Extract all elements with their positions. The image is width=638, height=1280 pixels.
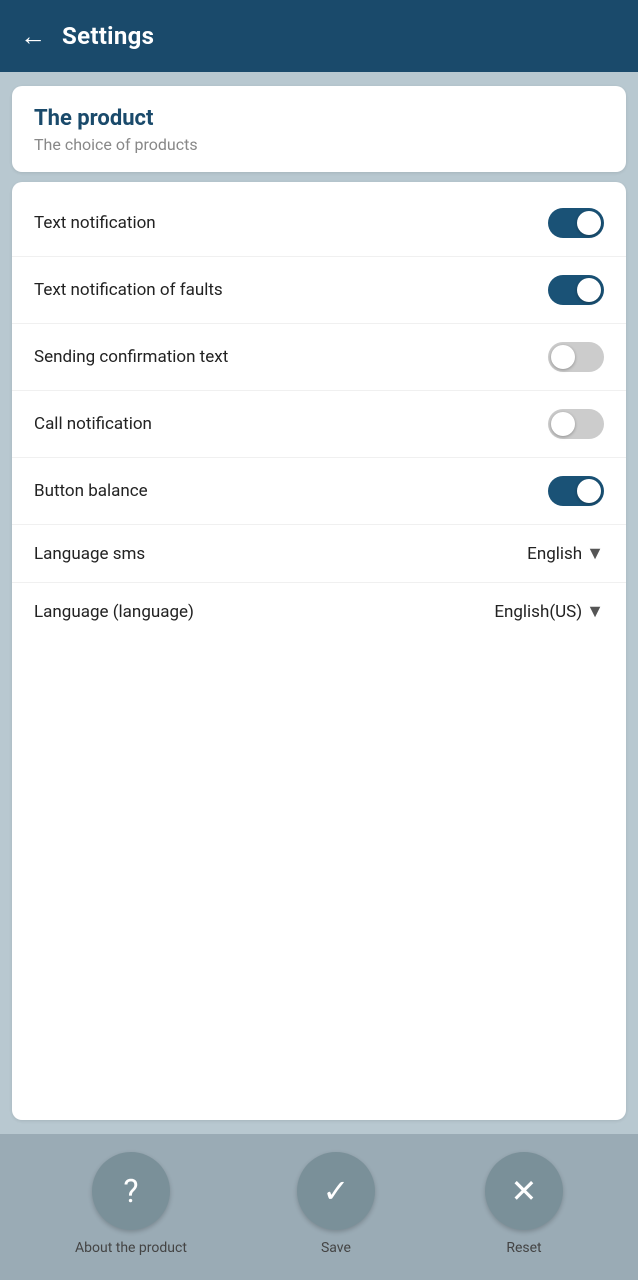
setting-label-language-sms: Language sms bbox=[34, 544, 145, 564]
dropdown-arrow-icon-language-language: ▼ bbox=[586, 601, 604, 622]
setting-row-text-notification: Text notification bbox=[12, 190, 626, 257]
back-button[interactable]: ← bbox=[20, 21, 46, 52]
setting-label-sending-confirmation-text: Sending confirmation text bbox=[34, 347, 228, 367]
toggle-thumb-call-notification bbox=[551, 412, 575, 436]
setting-label-button-balance: Button balance bbox=[34, 481, 148, 501]
toggle-thumb-text-notification bbox=[577, 211, 601, 235]
app-header: ← Settings bbox=[0, 0, 638, 72]
dropdown-arrow-icon-language-sms: ▼ bbox=[586, 543, 604, 564]
bottom-bar: ? About the product ✓ Save ✕ Reset bbox=[0, 1134, 638, 1280]
toggle-track-button-balance bbox=[548, 476, 604, 506]
dropdown-language-language[interactable]: English(US)▼ bbox=[494, 601, 604, 622]
toggle-track-call-notification bbox=[548, 409, 604, 439]
bottom-btn-about-product[interactable]: ? About the product bbox=[75, 1152, 187, 1256]
setting-label-text-notification: Text notification bbox=[34, 213, 156, 233]
setting-label-text-notification-faults: Text notification of faults bbox=[34, 280, 223, 300]
toggle-sending-confirmation-text[interactable] bbox=[548, 342, 604, 372]
toggle-track-text-notification bbox=[548, 208, 604, 238]
bottom-btn-icon-save: ✓ bbox=[297, 1152, 375, 1230]
bottom-btn-reset[interactable]: ✕ Reset bbox=[485, 1152, 563, 1256]
dropdown-language-sms[interactable]: English▼ bbox=[527, 543, 604, 564]
setting-row-text-notification-faults: Text notification of faults bbox=[12, 257, 626, 324]
setting-row-language-language: Language (language) English(US)▼ bbox=[12, 583, 626, 640]
toggle-thumb-sending-confirmation-text bbox=[551, 345, 575, 369]
toggle-text-notification[interactable] bbox=[548, 208, 604, 238]
product-subtitle: The choice of products bbox=[34, 135, 604, 154]
page-title: Settings bbox=[62, 22, 154, 50]
bottom-btn-icon-reset: ✕ bbox=[485, 1152, 563, 1230]
setting-row-call-notification: Call notification bbox=[12, 391, 626, 458]
setting-row-sending-confirmation-text: Sending confirmation text bbox=[12, 324, 626, 391]
setting-row-button-balance: Button balance bbox=[12, 458, 626, 525]
toggle-button-balance[interactable] bbox=[548, 476, 604, 506]
settings-card: Text notification Text notification of fa… bbox=[12, 182, 626, 1120]
toggle-text-notification-faults[interactable] bbox=[548, 275, 604, 305]
product-card: The product The choice of products bbox=[12, 86, 626, 172]
toggle-track-sending-confirmation-text bbox=[548, 342, 604, 372]
main-content: The product The choice of products Text … bbox=[0, 72, 638, 1134]
bottom-btn-save[interactable]: ✓ Save bbox=[297, 1152, 375, 1256]
bottom-btn-label-about-product: About the product bbox=[75, 1240, 187, 1256]
toggle-call-notification[interactable] bbox=[548, 409, 604, 439]
dropdown-value-language-sms: English bbox=[527, 544, 582, 564]
setting-label-language-language: Language (language) bbox=[34, 602, 194, 622]
setting-label-call-notification: Call notification bbox=[34, 414, 152, 434]
bottom-btn-label-reset: Reset bbox=[506, 1240, 541, 1256]
bottom-btn-icon-about-product: ? bbox=[92, 1152, 170, 1230]
toggle-track-text-notification-faults bbox=[548, 275, 604, 305]
dropdown-value-language-language: English(US) bbox=[494, 602, 582, 622]
setting-row-language-sms: Language sms English▼ bbox=[12, 525, 626, 583]
toggle-thumb-text-notification-faults bbox=[577, 278, 601, 302]
product-name: The product bbox=[34, 106, 604, 131]
bottom-btn-label-save: Save bbox=[321, 1240, 351, 1256]
toggle-thumb-button-balance bbox=[577, 479, 601, 503]
